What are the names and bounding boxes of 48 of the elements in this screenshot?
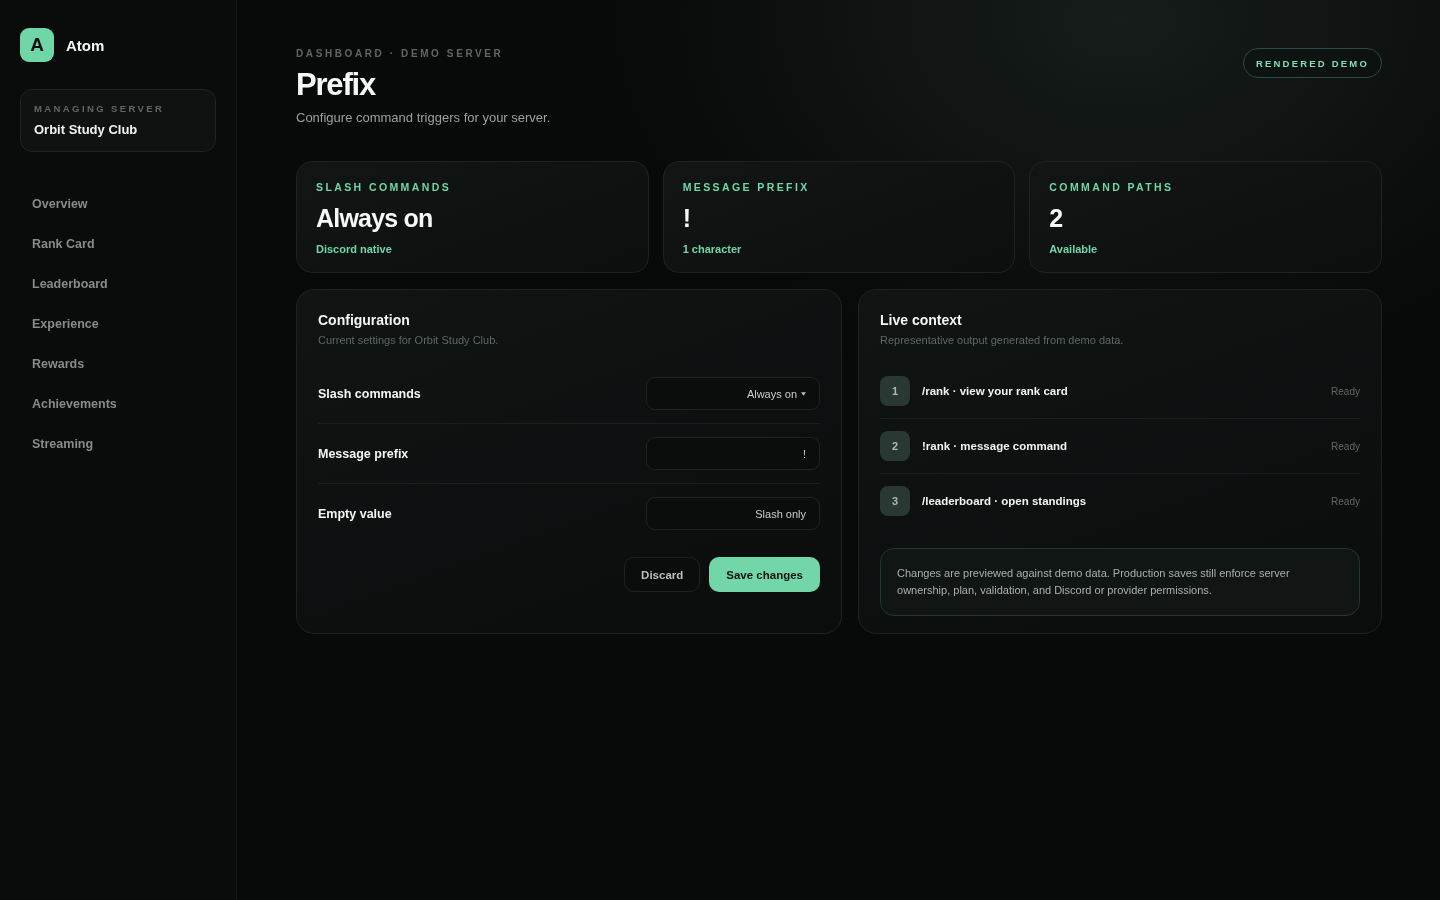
stat-label: COMMAND PATHS [1049,180,1175,194]
command-text: /leaderboard · open standings [922,495,1088,507]
panel-title: Live context [880,311,963,329]
command-text: !rank · message command [922,440,1069,452]
stat-value: ! [682,203,692,233]
stat-note: Available [1049,242,1099,256]
nav-item[interactable]: Leaderboard [20,264,216,304]
save-button[interactable]: Save changes [709,557,820,592]
nav-item[interactable]: Overview [20,184,216,224]
number-badge: 2 [880,431,910,461]
stat-value: 2 [1049,203,1064,233]
field-label: Slash commands [318,386,421,401]
status-text: Ready [1331,495,1360,507]
field-label: Message prefix [318,446,409,461]
page-subtitle: Configure command triggers for your server. [296,109,551,127]
panel-subtitle: Current settings for Orbit Study Club. [318,333,500,347]
demo-badge: RENDERED DEMO [1242,48,1382,78]
info-note: Changes are previewed against demo data. Production saves still enforce server ownership, plan, validation, and Discord or provider permissions. [880,548,1360,616]
logo-icon: A [20,28,54,62]
input-field[interactable]: ! [646,437,820,470]
stat-label: MESSAGE PREFIX [682,180,811,194]
field-label: Empty value [318,506,392,521]
nav-item[interactable]: Experience [20,304,216,344]
server-card[interactable]: MANAGING SERVER Orbit Study Club [20,89,216,152]
nav-item[interactable]: Rank Card [20,224,216,264]
discard-button[interactable]: Discard [624,557,701,592]
stat-note: Discord native [316,242,393,256]
number-badge: 1 [880,376,910,406]
status-text: Ready [1331,440,1360,452]
app-name: Atom [66,36,105,54]
select-field[interactable]: Always on [646,377,820,410]
stat-note: 1 character [682,242,743,256]
breadcrumb: DASHBOARD · DEMO SERVER [296,48,505,60]
status-text: Ready [1331,385,1360,397]
server-label: MANAGING SERVER [34,103,166,115]
nav-item[interactable]: Rewards [20,344,216,384]
stat-label: SLASH COMMANDS [316,180,453,194]
panel-title: Configuration [318,311,411,329]
nav-item[interactable]: Streaming [20,424,216,464]
command-text: /rank · view your rank card [922,385,1069,397]
stat-value: Always on [316,203,434,233]
server-name: Orbit Study Club [34,122,139,138]
panel-subtitle: Representative output generated from demo data. [880,333,1125,347]
page-title: Prefix [296,67,377,103]
input-field[interactable]: Slash only [646,497,820,530]
caret-icon [801,391,806,396]
number-badge: 3 [880,486,910,516]
nav-item[interactable]: Achievements [20,384,216,424]
